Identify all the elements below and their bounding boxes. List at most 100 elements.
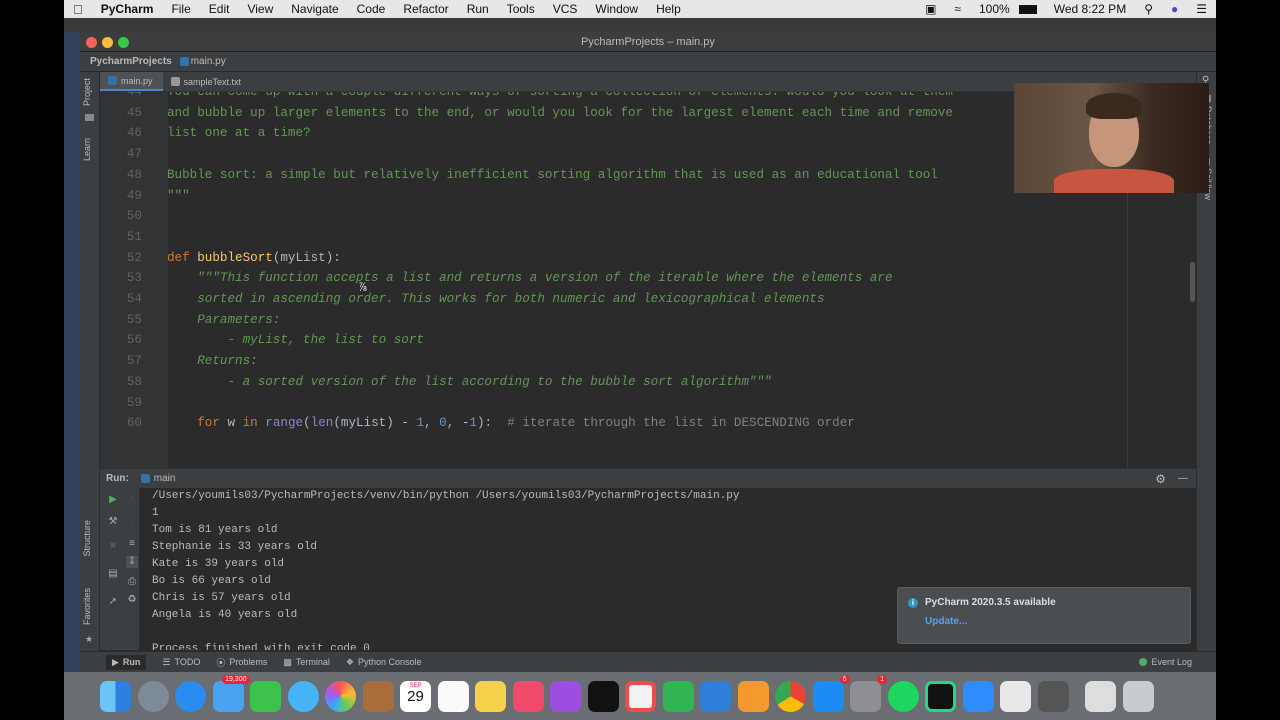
tool-run[interactable]: ▶ Run (106, 654, 147, 670)
display-icon[interactable]: ▣ (916, 2, 945, 16)
tool-learn[interactable]: Learn (82, 138, 92, 161)
battery-percent[interactable]: 100% (970, 2, 1019, 16)
calendar-dock-icon[interactable]: SEP 29 (400, 680, 431, 712)
tab-label: sampleText.txt (183, 76, 242, 87)
menu-refactor[interactable]: Refactor (394, 2, 457, 16)
settings-gear-icon[interactable]: ⚙ (1155, 472, 1166, 486)
code-token: bubbleSort (197, 250, 273, 265)
notes-app-dock-icon[interactable] (362, 680, 394, 712)
facetime-dock-icon[interactable] (250, 680, 281, 712)
keynote-dock-icon[interactable] (700, 680, 731, 712)
spotlight-search-icon[interactable]: ⚲ (1135, 2, 1162, 16)
hide-panel-icon[interactable]: — (1178, 473, 1188, 484)
tool-favorites[interactable]: Favorites (82, 588, 92, 625)
tool-python-console[interactable]: ❖ Python Console (346, 657, 422, 668)
code-token: 0 (439, 416, 447, 431)
editor-scrollbar[interactable] (1190, 262, 1195, 302)
apple-icon[interactable]:  (64, 2, 92, 17)
pages-dock-icon[interactable] (737, 680, 769, 712)
pycharm-dock-icon[interactable] (925, 680, 956, 712)
code-token: 1 (469, 416, 477, 431)
tool-event-log[interactable]: Event Log (1139, 657, 1192, 667)
code-line: 52 def bubbleSort(myList): (100, 248, 1196, 268)
minimize-window-button[interactable] (102, 37, 113, 48)
scroll-to-end-icon[interactable]: ↧ (126, 556, 138, 568)
cyberduck-dock-icon[interactable] (1000, 680, 1031, 712)
system-preferences-dock-icon[interactable]: 1 (850, 674, 887, 712)
tab-sampletext-txt[interactable]: sampleText.txt (163, 72, 252, 91)
mail-dock-icon[interactable]: 19,300 (212, 674, 250, 712)
code-line: 57 Returns: (100, 351, 1196, 371)
terminal-icon: ▩ (283, 656, 292, 667)
code-token: # iterate through the list in DESCENDING… (507, 416, 855, 431)
music-dock-icon[interactable] (512, 680, 544, 712)
safari-dock-icon[interactable] (175, 680, 206, 712)
spotify-dock-icon[interactable] (887, 680, 919, 712)
tool-terminal[interactable]: ▩ Terminal (283, 657, 330, 668)
battery-icon[interactable] (1018, 4, 1037, 14)
tool-project[interactable]: Project (82, 78, 92, 106)
down-arrow-icon[interactable]: ↓ (126, 516, 138, 528)
apple-tv-dock-icon[interactable] (587, 680, 619, 712)
menu-tools[interactable]: Tools (498, 2, 544, 16)
soft-wrap-icon[interactable]: ≡ (126, 538, 138, 550)
notes-dock-icon[interactable] (475, 680, 506, 712)
menu-run[interactable]: Run (458, 2, 498, 16)
reminders-dock-icon[interactable] (437, 680, 469, 712)
wifi-icon[interactable]: ≈ (945, 2, 970, 16)
messages-dock-icon[interactable] (287, 680, 319, 712)
siri-icon[interactable]: ● (1162, 2, 1187, 16)
menu-file[interactable]: File (162, 2, 199, 16)
run-panel-toolbar: ▶ ↑ ⚒ ↓ ■ ≡ ↧ ▤ ⎙ ➚ ♻ (100, 488, 140, 650)
up-arrow-icon[interactable]: ↑ (126, 494, 138, 506)
tool-python-console-label: Python Console (357, 657, 422, 667)
tool-todo[interactable]: ☰ TODO (162, 657, 200, 668)
menu-window[interactable]: Window (586, 2, 647, 16)
code-line: 54 sorted in ascending order. This works… (100, 289, 1196, 309)
podcasts-dock-icon[interactable] (550, 680, 581, 712)
control-center-icon[interactable]: ☰ (1187, 2, 1216, 16)
photos-dock-icon[interactable] (325, 680, 356, 712)
trash-icon[interactable]: ♻ (126, 594, 138, 606)
tool-structure[interactable]: Structure (82, 520, 92, 557)
menu-help[interactable]: Help (647, 2, 690, 16)
pin-icon[interactable]: ➚ (107, 596, 119, 608)
run-config-tab[interactable]: main (154, 473, 176, 484)
menu-app-name[interactable]: PyCharm (92, 2, 163, 16)
launchpad-dock-icon[interactable] (137, 680, 169, 712)
downloads-stack-dock-icon[interactable] (1085, 680, 1116, 712)
wrench-icon[interactable]: ⚒ (107, 516, 119, 528)
menu-view[interactable]: View (238, 2, 282, 16)
trash-dock-icon[interactable] (1122, 680, 1154, 712)
update-link[interactable]: Update... (925, 616, 1180, 627)
screen:  PyCharm File Edit View Navigate Code R… (64, 0, 1216, 720)
code-token: (myList) - (333, 416, 417, 431)
line-number: 55 (126, 312, 142, 327)
app-store-dock-icon[interactable]: 6 (812, 674, 850, 712)
tool-problems[interactable]: ⦿ Problems (216, 656, 267, 669)
chrome-dock-icon[interactable] (775, 680, 806, 712)
menu-edit[interactable]: Edit (200, 2, 239, 16)
zoom-window-button[interactable] (118, 37, 129, 48)
zoom-dock-icon[interactable] (962, 680, 994, 712)
breadcrumb-project[interactable]: PycharmProjects (90, 56, 172, 67)
layout-icon[interactable]: ▤ (107, 568, 119, 580)
close-window-button[interactable] (86, 37, 97, 48)
print-icon[interactable]: ⎙ (126, 576, 138, 588)
clock[interactable]: Wed 8:22 PM (1045, 2, 1135, 16)
menu-code[interactable]: Code (348, 2, 395, 16)
menu-vcs[interactable]: VCS (544, 2, 587, 16)
menu-navigate[interactable]: Navigate (282, 2, 347, 16)
archive-dock-icon[interactable] (1037, 680, 1069, 712)
news-dock-icon[interactable] (625, 680, 656, 712)
tab-main-py[interactable]: main.py (100, 72, 163, 91)
tool-terminal-label: Terminal (295, 657, 330, 667)
line-number: 47 (126, 147, 142, 162)
rerun-icon[interactable]: ▶ (107, 494, 119, 506)
stop-icon[interactable]: ■ (107, 540, 119, 552)
numbers-dock-icon[interactable] (662, 680, 694, 712)
app-store-badge: 6 (839, 674, 850, 684)
finder-dock-icon[interactable] (100, 680, 131, 712)
breadcrumb-file[interactable]: main.py (191, 56, 226, 67)
tab-label: main.py (121, 75, 153, 86)
